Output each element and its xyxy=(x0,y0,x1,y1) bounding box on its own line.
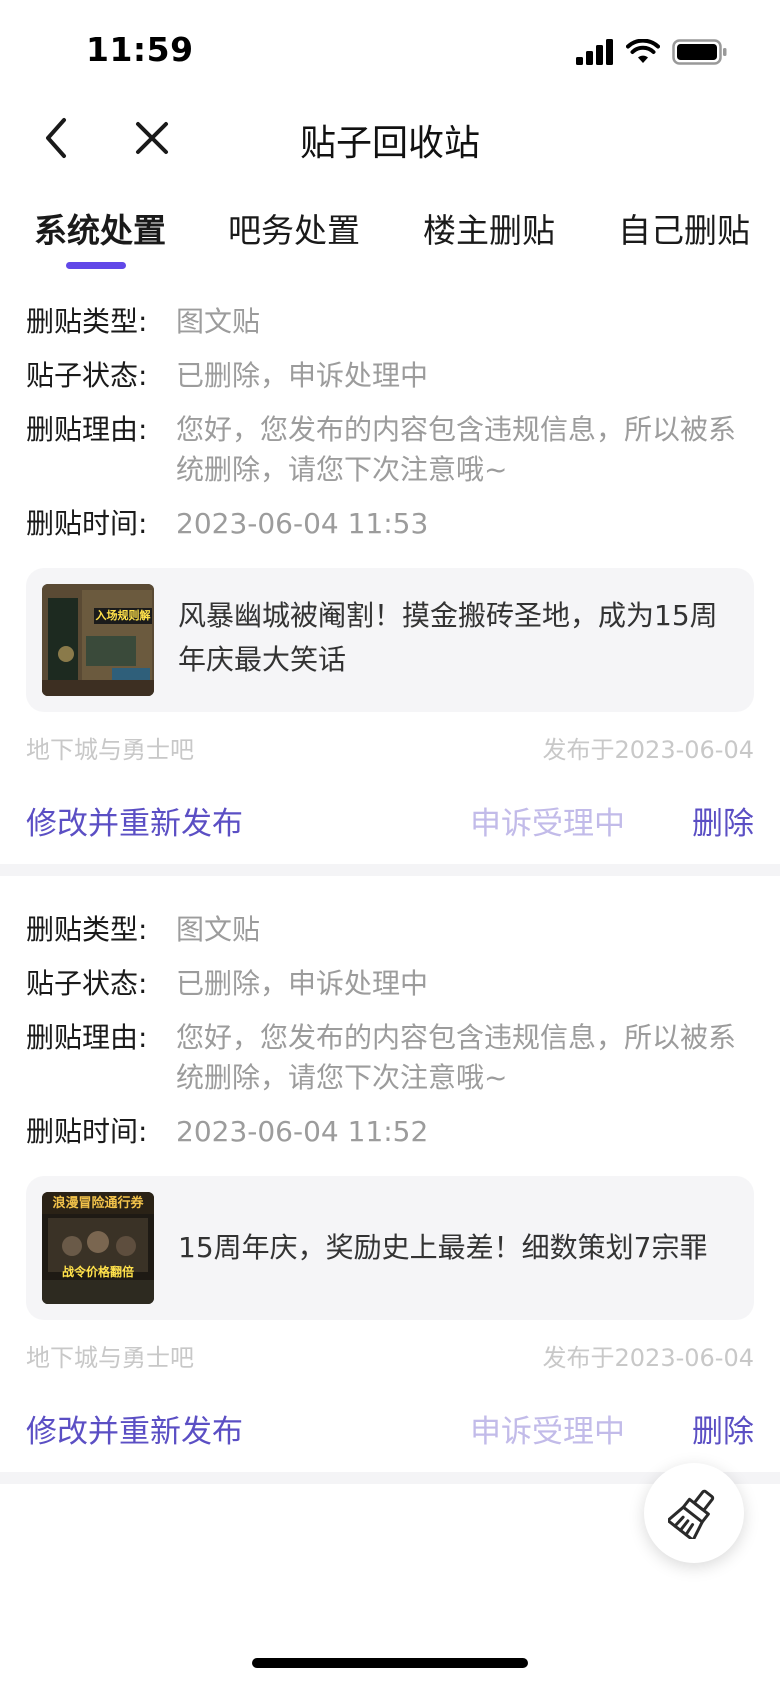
clear-all-button[interactable] xyxy=(644,1463,744,1563)
home-indicator xyxy=(252,1658,528,1668)
post-status-label: 贴子状态: xyxy=(26,359,148,392)
post-thumbnail: 浪漫冒险通行券 战令价格翻倍 xyxy=(42,1192,154,1304)
post-title: 风暴幽城被阉割！摸金搬砖圣地，成为15周年庆最大笑话 xyxy=(178,599,718,676)
broom-icon xyxy=(668,1489,715,1539)
post-thumbnail-badge: 战令价格翻倍 xyxy=(61,1265,134,1279)
signal-icon xyxy=(576,39,613,65)
deleted-post-card: 删贴类型: 图文贴 贴子状态: 已删除，申诉处理中 删贴理由: 您好，您发布的内… xyxy=(0,908,780,1468)
delete-reason-value: 您好，您发布的内容包含违规信息，所以被系统删除，请您下次注意哦~ xyxy=(176,413,737,486)
appeal-status-button: 申诉受理中 xyxy=(470,1414,625,1450)
forum-name[interactable]: 地下城与勇士吧 xyxy=(26,730,194,765)
post-status-value: 已删除，申诉处理中 xyxy=(176,359,429,392)
tab-bar: 系统处置 吧务处置 楼主删贴 自己删贴 xyxy=(0,196,780,276)
post-type-label: 删贴类型: xyxy=(26,913,148,946)
post-status-label: 贴子状态: xyxy=(26,967,148,1000)
delete-reason-value: 您好，您发布的内容包含违规信息，所以被系统删除，请您下次注意哦~ xyxy=(176,1021,737,1094)
appeal-status-button: 申诉受理中 xyxy=(470,806,625,842)
post-type-value: 图文贴 xyxy=(176,305,261,338)
delete-time-row: 删贴时间: 2023-06-04 11:52 xyxy=(26,1112,754,1152)
tab-op-deleted[interactable]: 楼主删贴 xyxy=(423,204,555,252)
navigation-bar: 贴子回收站 xyxy=(0,100,780,176)
post-preview[interactable]: 入场规则解 风暴幽城被阉割！摸金搬砖圣地，成为15周年庆最大笑话 xyxy=(26,568,754,712)
post-thumbnail-caption: 浪漫冒险通行券 xyxy=(52,1196,144,1211)
active-tab-indicator xyxy=(66,262,126,269)
status-time: 11:59 xyxy=(86,30,194,69)
wifi-icon xyxy=(626,39,660,63)
delete-time-row: 删贴时间: 2023-06-04 11:53 xyxy=(26,504,754,544)
delete-reason-label: 删贴理由: xyxy=(26,1021,148,1054)
post-status-row: 贴子状态: 已删除，申诉处理中 xyxy=(26,356,754,396)
post-preview[interactable]: 浪漫冒险通行券 战令价格翻倍 15周年庆，奖励史上最差！细数策划7宗罪 xyxy=(26,1176,754,1320)
edit-republish-button[interactable]: 修改并重新发布 xyxy=(26,798,243,843)
post-thumbnail-caption: 入场规则解 xyxy=(95,609,151,622)
page-title: 贴子回收站 xyxy=(299,123,480,164)
battery-icon xyxy=(672,39,727,65)
post-status-value: 已删除，申诉处理中 xyxy=(176,967,429,1000)
delete-reason-row: 删贴理由: 您好，您发布的内容包含违规信息，所以被系统删除，请您下次注意哦~ xyxy=(26,410,754,490)
forum-name[interactable]: 地下城与勇士吧 xyxy=(26,1338,194,1373)
edit-republish-button[interactable]: 修改并重新发布 xyxy=(26,1406,243,1451)
status-bar: 11:59 xyxy=(0,0,780,100)
post-type-label: 删贴类型: xyxy=(26,305,148,338)
publish-date: 发布于2023-06-04 xyxy=(542,736,754,764)
post-type-row: 删贴类型: 图文贴 xyxy=(26,910,754,950)
tab-self-deleted[interactable]: 自己删贴 xyxy=(618,204,750,252)
delete-button[interactable]: 删除 xyxy=(692,1406,754,1451)
tab-admin-handling[interactable]: 吧务处置 xyxy=(228,204,360,252)
publish-date: 发布于2023-06-04 xyxy=(542,1344,754,1372)
status-icons xyxy=(576,36,728,68)
post-title: 15周年庆，奖励史上最差！细数策划7宗罪 xyxy=(178,1231,708,1264)
post-type-value: 图文贴 xyxy=(176,913,261,946)
tab-system-handling[interactable]: 系统处置 xyxy=(34,204,166,252)
delete-time-value: 2023-06-04 11:52 xyxy=(176,1115,429,1148)
delete-time-value: 2023-06-04 11:53 xyxy=(176,507,429,540)
post-thumbnail-image xyxy=(42,584,154,696)
delete-reason-row: 删贴理由: 您好，您发布的内容包含违规信息，所以被系统删除，请您下次注意哦~ xyxy=(26,1018,754,1098)
delete-reason-label: 删贴理由: xyxy=(26,413,148,446)
post-thumbnail: 入场规则解 xyxy=(42,584,154,696)
delete-button[interactable]: 删除 xyxy=(692,798,754,843)
card-separator xyxy=(0,864,780,876)
recycle-bin-screen: 11:59 贴子回收站 系统处置 吧务处置 楼主删贴 自己删贴 删贴类型: 图文… xyxy=(0,0,780,1688)
deleted-post-card: 删贴类型: 图文贴 贴子状态: 已删除，申诉处理中 删贴理由: 您好，您发布的内… xyxy=(0,300,780,860)
post-status-row: 贴子状态: 已删除，申诉处理中 xyxy=(26,964,754,1004)
post-type-row: 删贴类型: 图文贴 xyxy=(26,302,754,342)
delete-time-label: 删贴时间: xyxy=(26,1115,148,1148)
delete-time-label: 删贴时间: xyxy=(26,507,148,540)
